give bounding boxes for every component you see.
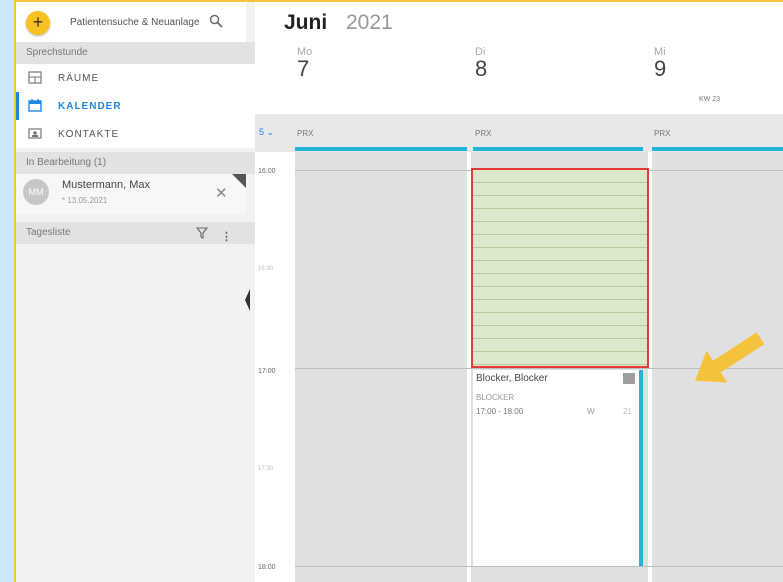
search-icon[interactable] [209, 14, 223, 28]
nav-item-label: KONTAKTE [58, 129, 120, 140]
day-header-mi[interactable]: Mi 9 [654, 46, 666, 80]
day-header-di[interactable]: Di 8 [475, 46, 487, 80]
resource-label: PRX [297, 129, 314, 138]
day-number: 7 [297, 56, 310, 81]
day-number: 9 [654, 56, 667, 81]
close-icon[interactable]: ✕ [215, 184, 228, 202]
contacts-icon [28, 128, 42, 139]
tagesliste-label: Tagesliste [26, 227, 71, 238]
section-in-progress: In Bearbeitung (1) [16, 152, 255, 174]
time-label: 16:30 [258, 266, 274, 272]
resource-bar [295, 147, 467, 151]
search-bar: + Patientensuche & Neuanlage [16, 2, 246, 42]
resource-label: PRX [654, 129, 671, 138]
hour-line [295, 566, 783, 567]
appointment-w: W [587, 407, 595, 416]
appointment-number: 21 [623, 407, 632, 416]
search-input[interactable]: Patientensuche & Neuanlage [70, 17, 200, 28]
time-label: 18:00 [258, 564, 276, 571]
pointer-arrow-icon [695, 332, 765, 383]
calendar-header: Juni 2021 Mo 7 Di 8 Mi 9 KW 23 [255, 2, 783, 114]
appointment-time: 17:00 - 18:00 [476, 407, 524, 416]
sidebar: + Patientensuche & Neuanlage Sprechstund… [16, 2, 266, 582]
section-tagesliste: Tagesliste ⋮ [16, 222, 255, 244]
resource-bar [652, 147, 783, 151]
nav-item-kontakte[interactable]: KONTAKTE [16, 120, 255, 148]
month-label: Juni [284, 11, 328, 34]
nav-item-kalender[interactable]: KALENDER [16, 92, 266, 120]
time-label: 17:00 [258, 368, 276, 375]
appointment-blocker[interactable]: Blocker, Blocker BLOCKER 17:00 - 18:00 W… [473, 370, 643, 566]
day-number: 8 [475, 56, 488, 81]
appointment-type: BLOCKER [476, 393, 515, 402]
patient-flag-icon [232, 174, 246, 188]
patient-dob: * 13.05.2021 [62, 196, 108, 205]
day-header-mo[interactable]: Mo 7 [297, 46, 312, 80]
more-vert-icon[interactable]: ⋮ [221, 226, 232, 248]
patient-card[interactable]: MM Mustermann, Max * 13.05.2021 ✕ [16, 174, 246, 214]
appointment-title: Blocker, Blocker [476, 373, 548, 384]
resource-row: 5 ⌄ PRX PRX PRX [255, 114, 783, 152]
year-label: 2021 [346, 11, 393, 34]
rooms-icon [28, 71, 42, 84]
filter-icon[interactable] [196, 227, 208, 239]
app-window: + Patientensuche & Neuanlage Sprechstund… [14, 0, 783, 582]
add-button[interactable]: + [26, 11, 50, 35]
time-axis: 16:00 16:30 17:00 17:30 18:00 [255, 152, 294, 582]
resource-count-dropdown[interactable]: 5 ⌄ [259, 127, 274, 138]
time-label: 17:30 [258, 466, 274, 472]
resource-bar [473, 147, 643, 151]
patient-name: Mustermann, Max [62, 179, 151, 191]
collapse-sidebar-icon[interactable] [245, 289, 250, 311]
day-column-mo[interactable] [295, 152, 467, 582]
nav-item-label: RÄUME [58, 73, 100, 84]
avatar: MM [23, 179, 49, 205]
week-number: KW 23 [699, 96, 721, 103]
nav-item-label: KALENDER [58, 101, 122, 112]
time-selection[interactable] [471, 168, 649, 368]
section-sprechstunde: Sprechstunde [16, 42, 255, 64]
calendar-grid: 5 ⌄ PRX PRX PRX 16:00 16:30 17:00 17:30 … [255, 114, 783, 582]
time-label: 16:00 [258, 168, 276, 175]
nav-item-raeume[interactable]: RÄUME [16, 64, 255, 92]
appointment-status-icon [623, 373, 635, 384]
calendar-icon [28, 99, 42, 112]
resource-label: PRX [475, 129, 492, 138]
